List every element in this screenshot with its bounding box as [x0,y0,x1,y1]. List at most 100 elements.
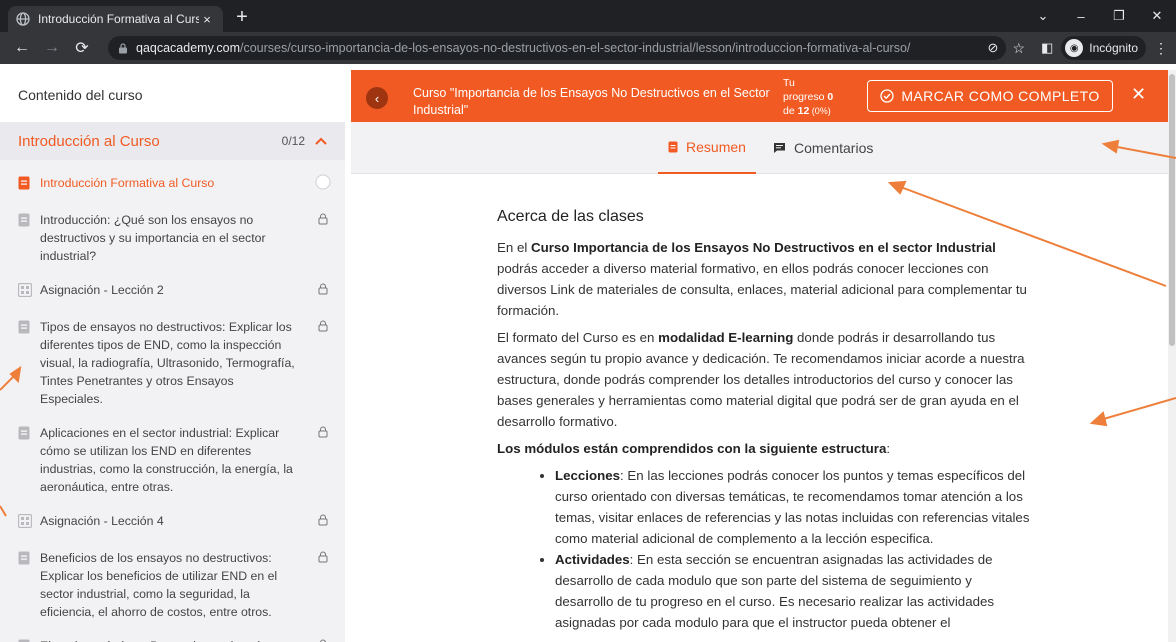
lesson-label: Ejemplos prácticos: Proporcionar ejemplo… [40,637,327,642]
tab-search-icon[interactable]: ⌄ [1024,0,1062,32]
content-heading: Acerca de las clases [497,208,644,225]
li2-bold: Actividades [555,552,630,567]
progress-value: 0 [827,91,834,103]
forward-arrow-icon[interactable]: → [40,36,64,60]
lesson-main: ‹ Curso "Importancia de los Ensayos No D… [351,70,1176,642]
lock-icon [315,549,331,565]
close-lesson-button[interactable]: ✕ [1131,84,1146,105]
address-bar[interactable]: qaqcacademy.com/courses/curso-importanci… [108,36,1006,60]
course-topbar: ‹ Curso "Importancia de los Ensayos No D… [351,70,1176,122]
tab-title: Introducción Formativa al Curso | [38,12,199,26]
incognito-badge[interactable]: ◉ Incógnito [1061,36,1146,60]
lesson-label: Aplicaciones en el sector industrial: Ex… [40,426,293,494]
lesson-content: Acerca de las clases En el Curso Importa… [497,206,1031,633]
scrollbar-thumb[interactable] [1169,74,1175,346]
url-host: qaqcacademy.com [136,41,240,55]
p2-bold: modalidad E-learning [658,330,794,345]
progress-label: Tu [783,77,795,89]
p2-text-a: El formato del Curso es en [497,330,659,345]
progress-label-2: progreso [783,91,828,103]
lesson-label: Introducción: ¿Qué son los ensayos no de… [40,213,266,263]
chevron-up-icon[interactable] [315,137,327,145]
sidebar-lesson-item[interactable]: Ejemplos prácticos: Proporcionar ejemplo… [0,629,345,642]
lock-icon [315,281,331,297]
toolbar-right: ⊘ ☆ ◧ ◉ Incógnito ⋮ [988,36,1168,60]
lock-icon [315,211,331,227]
sidebar-header: Contenido del curso [0,70,345,122]
progress-label-3: de [783,105,798,117]
document-icon [18,551,32,621]
scrollbar[interactable] [1168,70,1176,642]
assignment-icon [17,282,33,302]
incomplete-circle-icon [315,174,331,190]
document-icon [18,176,32,195]
p3-text-c: : [886,441,891,456]
document-icon [18,426,32,496]
section-title: Introducción al Curso [18,132,160,150]
document-icon [18,213,32,265]
menu-icon[interactable]: ⋮ [1154,40,1168,57]
url-path: /courses/curso-importancia-de-los-ensayo… [240,41,911,55]
mark-complete-label: MARCAR COMO COMPLETO [901,88,1100,104]
browser-tab-bar: Introducción Formativa al Curso | × + ⌄ … [0,0,1176,32]
p1-text-c: podrás acceder a diverso material format… [497,261,1027,318]
tab-comentarios-label: Comentarios [794,140,874,156]
p1-bold: Curso Importancia de los Ensayos No Dest… [531,240,996,255]
lesson-list: Introducción Formativa al Curso Introducc… [0,160,345,642]
structure-list: Lecciones: En las lecciones podrás conoc… [555,465,1031,633]
tab-close-icon[interactable]: × [199,12,215,27]
section-count: 0/12 [281,134,305,148]
mark-complete-button[interactable]: MARCAR COMO COMPLETO [867,80,1113,112]
paragraph-structure: Los módulos están comprendidos con la si… [497,438,1031,459]
tab-resumen-label: Resumen [686,139,746,155]
tab-comentarios[interactable]: Comentarios [773,122,873,174]
paragraph-format: El formato del Curso es en modalidad E-l… [497,327,1031,432]
side-panel-icon[interactable]: ◧ [1041,40,1053,56]
p3-bold: Los módulos están comprendidos con la si… [497,441,887,456]
sidebar-lesson-item[interactable]: Aplicaciones en el sector industrial: Ex… [0,416,345,504]
li1-text: : En las lecciones podrás conocer los pu… [555,468,1030,546]
back-arrow-icon[interactable]: ← [10,36,34,60]
reload-icon[interactable]: ⟳ [70,36,94,60]
document-icon [668,141,678,153]
check-circle-icon [880,89,894,103]
li1-bold: Lecciones [555,468,621,483]
sidebar-lesson-item[interactable]: Tipos de ensayos no destructivos: Explic… [0,310,345,416]
sidebar-lesson-item[interactable]: Asignación - Lección 2 [0,273,345,310]
comment-icon [774,143,785,153]
p1-text-a: En el [497,240,532,255]
lesson-tabs: Resumen Comentarios [351,122,1176,174]
progress-total: 12 [797,105,810,117]
section-header[interactable]: Introducción al Curso 0/12 [0,122,345,160]
lock-icon [315,318,331,334]
sidebar-lesson-item[interactable]: Asignación - Lección 4 [0,504,345,541]
minimize-button[interactable]: – [1062,0,1100,32]
new-tab-button[interactable]: + [230,6,254,30]
tab-resumen[interactable]: Resumen [658,122,756,174]
progress-percent: (0%) [809,106,831,116]
back-button[interactable]: ‹ [366,87,388,109]
list-item: Lecciones: En las lecciones podrás conoc… [555,465,1031,549]
lock-icon [315,512,331,528]
lock-icon [119,42,127,53]
globe-icon [16,12,30,26]
eye-off-icon[interactable]: ⊘ [988,40,999,56]
star-icon[interactable]: ☆ [1012,40,1025,57]
lesson-label: Asignación - Lección 4 [40,514,164,528]
sidebar-lesson-item[interactable]: Beneficios de los ensayos no destructivo… [0,541,345,629]
incognito-icon: ◉ [1065,39,1084,57]
incognito-label: Incógnito [1089,41,1138,55]
restore-button[interactable]: ❐ [1100,0,1138,32]
course-sidebar: Contenido del curso Introducción al Curs… [0,70,345,642]
lesson-label: Asignación - Lección 2 [40,283,164,297]
lesson-label: Introducción Formativa al Curso [40,176,215,190]
lesson-label: Tipos de ensayos no destructivos: Explic… [40,320,295,406]
course-title: Curso "Importancia de los Ensayos No Des… [413,86,770,117]
sidebar-lesson-item[interactable]: Introducción: ¿Qué son los ensayos no de… [0,203,345,273]
document-icon [18,320,32,408]
progress-text: Tu progreso 0 de 12 (0%) [783,76,833,118]
sidebar-lesson-item[interactable]: Introducción Formativa al Curso [0,166,345,203]
browser-tab[interactable]: Introducción Formativa al Curso | × [8,6,223,32]
window-close-button[interactable]: ✕ [1138,0,1176,32]
browser-toolbar: ← → ⟳ qaqcacademy.com/courses/curso-impo… [0,32,1176,64]
